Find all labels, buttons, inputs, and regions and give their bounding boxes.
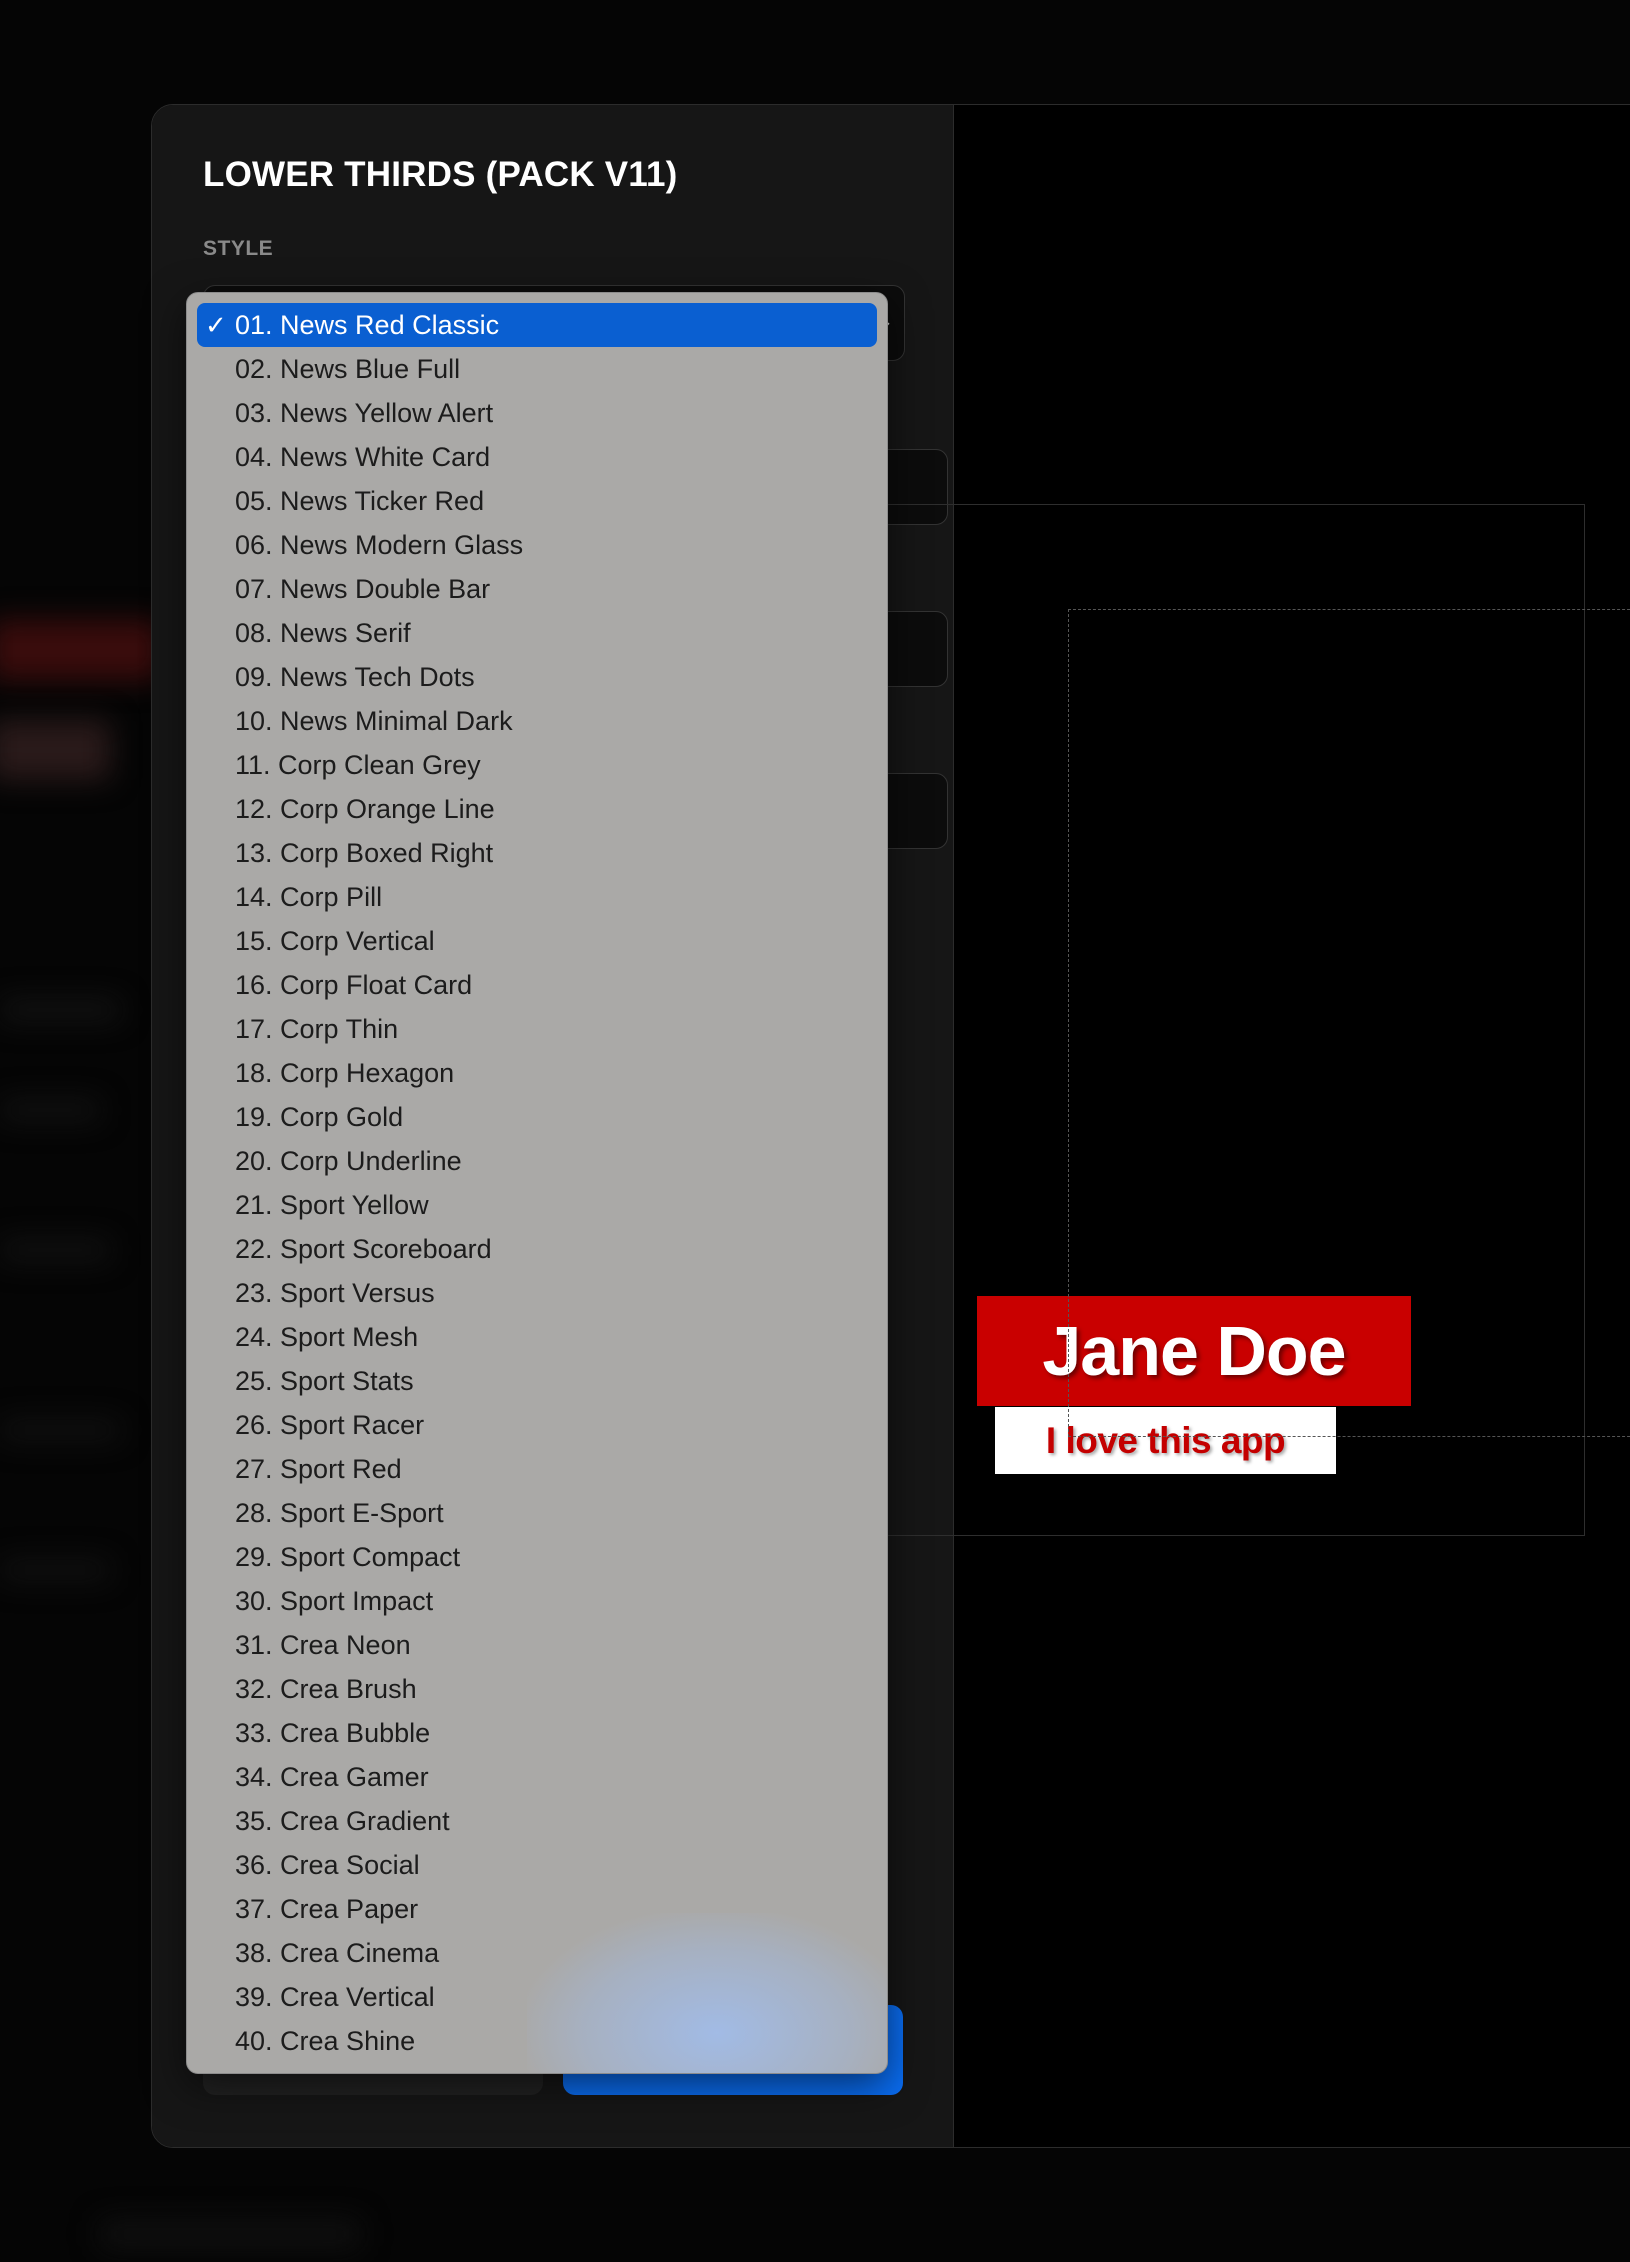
style-option-label: 31. Crea Neon xyxy=(235,1630,411,1660)
style-option[interactable]: 34. Crea Gamer xyxy=(197,1755,877,1799)
style-option-label: 03. News Yellow Alert xyxy=(235,398,494,428)
style-option-label: 30. Sport Impact xyxy=(235,1586,434,1616)
style-option-label: 07. News Double Bar xyxy=(235,574,491,604)
style-option[interactable]: 38. Crea Cinema xyxy=(197,1931,877,1975)
style-option[interactable]: 08. News Serif xyxy=(197,611,877,655)
style-option-label: 25. Sport Stats xyxy=(235,1366,414,1396)
style-option-label: 37. Crea Paper xyxy=(235,1894,419,1924)
style-option-label: 09. News Tech Dots xyxy=(235,662,475,692)
style-option[interactable]: 35. Crea Gradient xyxy=(197,1799,877,1843)
background-blur xyxy=(100,2220,360,2248)
style-option-label: 19. Corp Gold xyxy=(235,1102,404,1132)
style-option[interactable]: 25. Sport Stats xyxy=(197,1359,877,1403)
style-option[interactable]: 26. Sport Racer xyxy=(197,1403,877,1447)
style-option-label: 23. Sport Versus xyxy=(235,1278,435,1308)
style-option-label: 14. Corp Pill xyxy=(235,882,383,912)
style-option[interactable]: 32. Crea Brush xyxy=(197,1667,877,1711)
style-option-label: 20. Corp Underline xyxy=(235,1146,462,1176)
background-blur xyxy=(0,620,160,680)
style-option-label: 08. News Serif xyxy=(235,618,411,648)
panel-title: LOWER THIRDS (PACK V11) xyxy=(203,155,678,194)
style-option[interactable]: 28. Sport E-Sport xyxy=(197,1491,877,1535)
style-label: STYLE xyxy=(203,237,274,260)
style-option[interactable]: 15. Corp Vertical xyxy=(197,919,877,963)
style-option[interactable]: 24. Sport Mesh xyxy=(197,1315,877,1359)
style-option[interactable]: 16. Corp Float Card xyxy=(197,963,877,1007)
style-option-label: 39. Crea Vertical xyxy=(235,1982,435,2012)
style-option[interactable]: 20. Corp Underline xyxy=(197,1139,877,1183)
style-option-label: 32. Crea Brush xyxy=(235,1674,417,1704)
style-option-label: 22. Sport Scoreboard xyxy=(235,1234,492,1264)
style-option-label: 28. Sport E-Sport xyxy=(235,1498,444,1528)
style-option[interactable]: 10. News Minimal Dark xyxy=(197,699,877,743)
style-option-label: 34. Crea Gamer xyxy=(235,1762,429,1792)
style-option[interactable]: 29. Sport Compact xyxy=(197,1535,877,1579)
style-option[interactable]: 07. News Double Bar xyxy=(197,567,877,611)
style-option[interactable]: 37. Crea Paper xyxy=(197,1887,877,1931)
style-option-label: 11. Corp Clean Grey xyxy=(235,750,481,780)
style-option-label: 13. Corp Boxed Right xyxy=(235,838,494,868)
style-option-label: 05. News Ticker Red xyxy=(235,486,485,516)
style-option[interactable]: 14. Corp Pill xyxy=(197,875,877,919)
style-option-label: 40. Crea Shine xyxy=(235,2026,416,2056)
style-option[interactable]: 21. Sport Yellow xyxy=(197,1183,877,1227)
style-options-list: ✓ 01. News Red Classic 02. News Blue Full 0… xyxy=(197,303,877,2063)
checkmark-icon: ✓ xyxy=(205,310,227,340)
style-option[interactable]: 12. Corp Orange Line xyxy=(197,787,877,831)
style-option-label: 33. Crea Bubble xyxy=(235,1718,431,1748)
style-option[interactable]: 27. Sport Red xyxy=(197,1447,877,1491)
style-option[interactable]: 03. News Yellow Alert xyxy=(197,391,877,435)
style-option-label: 38. Crea Cinema xyxy=(235,1938,440,1968)
style-option-label: 04. News White Card xyxy=(235,442,491,472)
background-blur xyxy=(0,720,110,780)
style-option[interactable]: 17. Corp Thin xyxy=(197,1007,877,1051)
style-option-label: 16. Corp Float Card xyxy=(235,970,473,1000)
style-option[interactable]: 39. Crea Vertical xyxy=(197,1975,877,2019)
style-option-label: 15. Corp Vertical xyxy=(235,926,435,956)
style-option[interactable]: 05. News Ticker Red xyxy=(197,479,877,523)
style-option[interactable]: 06. News Modern Glass xyxy=(197,523,877,567)
style-option-label: 02. News Blue Full xyxy=(235,354,461,384)
style-option-label: 26. Sport Racer xyxy=(235,1410,425,1440)
style-option[interactable]: 23. Sport Versus xyxy=(197,1271,877,1315)
style-option[interactable]: 31. Crea Neon xyxy=(197,1623,877,1667)
background-blur xyxy=(0,1240,110,1260)
style-option[interactable]: 04. News White Card xyxy=(197,435,877,479)
style-dropdown-menu: ✓ 01. News Red Classic 02. News Blue Full 0… xyxy=(186,292,888,2074)
style-option-label: 24. Sport Mesh xyxy=(235,1322,419,1352)
style-option[interactable]: 18. Corp Hexagon xyxy=(197,1051,877,1095)
style-option[interactable]: 13. Corp Boxed Right xyxy=(197,831,877,875)
style-option-label: 21. Sport Yellow xyxy=(235,1190,429,1220)
style-option[interactable]: 36. Crea Social xyxy=(197,1843,877,1887)
style-option[interactable]: 30. Sport Impact xyxy=(197,1579,877,1623)
style-option-label: 17. Corp Thin xyxy=(235,1014,399,1044)
background-blur xyxy=(0,1100,100,1120)
style-option[interactable]: 09. News Tech Dots xyxy=(197,655,877,699)
style-option-label: 27. Sport Red xyxy=(235,1454,402,1484)
style-option[interactable]: ✓ 01. News Red Classic xyxy=(197,303,877,347)
style-option-label: 06. News Modern Glass xyxy=(235,530,524,560)
style-option-label: 36. Crea Social xyxy=(235,1850,420,1880)
style-option[interactable]: 02. News Blue Full xyxy=(197,347,877,391)
style-option-label: 01. News Red Classic xyxy=(235,310,500,340)
style-option-label: 35. Crea Gradient xyxy=(235,1806,450,1836)
style-option[interactable]: 22. Sport Scoreboard xyxy=(197,1227,877,1271)
style-option[interactable]: 33. Crea Bubble xyxy=(197,1711,877,1755)
style-option[interactable]: 40. Crea Shine xyxy=(197,2019,877,2063)
style-option[interactable]: 11. Corp Clean Grey xyxy=(197,743,877,787)
style-option-label: 12. Corp Orange Line xyxy=(235,794,495,824)
style-option-label: 18. Corp Hexagon xyxy=(235,1058,455,1088)
style-option[interactable]: 19. Corp Gold xyxy=(197,1095,877,1139)
style-option-label: 29. Sport Compact xyxy=(235,1542,461,1572)
background-blur xyxy=(0,1000,120,1020)
style-option-label: 10. News Minimal Dark xyxy=(235,706,513,736)
background-blur xyxy=(0,1420,120,1440)
safe-area-guide xyxy=(1068,609,1630,1437)
background-blur xyxy=(0,1560,110,1580)
